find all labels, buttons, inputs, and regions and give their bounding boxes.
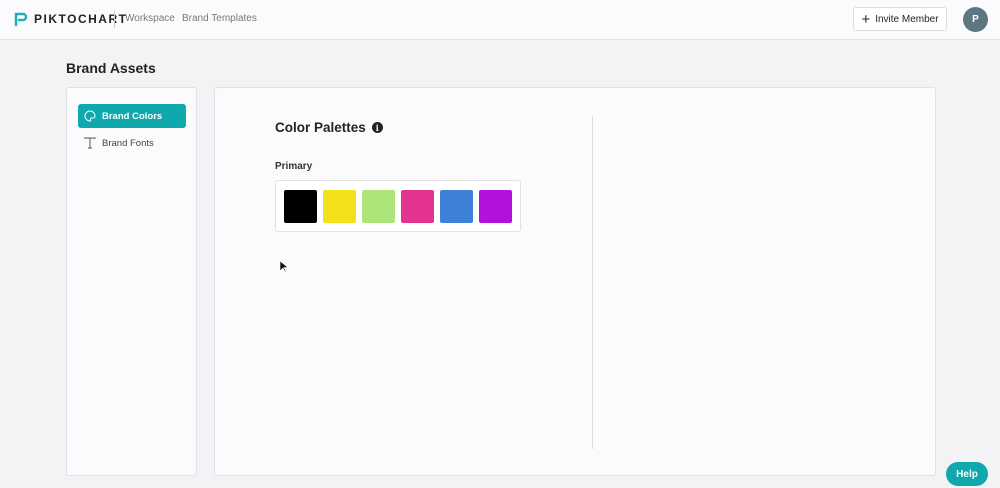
invite-member-button[interactable]: + Invite Member: [853, 7, 947, 31]
color-swatch[interactable]: [479, 190, 512, 223]
nav-workspace[interactable]: Workspace: [125, 13, 175, 24]
palette-icon: [84, 110, 96, 122]
section-title: Color Palettes: [275, 120, 366, 135]
nav-brand-templates[interactable]: Brand Templates: [182, 13, 257, 24]
color-swatch[interactable]: [401, 190, 434, 223]
help-button[interactable]: Help: [946, 462, 988, 486]
primary-palette: [275, 180, 521, 232]
vertical-divider: [592, 116, 593, 449]
sidebar-item-brand-fonts[interactable]: Brand Fonts: [78, 131, 186, 155]
top-bar: PIKTOCHART Workspace Brand Templates + I…: [0, 0, 1000, 40]
divider: [114, 10, 115, 28]
info-icon[interactable]: i: [371, 122, 383, 133]
color-swatch[interactable]: [284, 190, 317, 223]
mouse-cursor-icon: [280, 261, 288, 273]
piktochart-logo-icon: [14, 12, 28, 27]
page-title: Brand Assets: [66, 60, 156, 76]
logo[interactable]: PIKTOCHART: [14, 11, 127, 27]
color-swatch[interactable]: [362, 190, 395, 223]
color-swatch[interactable]: [323, 190, 356, 223]
sidebar-item-brand-colors[interactable]: Brand Colors: [78, 104, 186, 128]
invite-member-label: Invite Member: [875, 13, 939, 25]
sidebar-item-label: Brand Colors: [102, 110, 163, 122]
text-icon: [84, 137, 96, 149]
color-swatch[interactable]: [440, 190, 473, 223]
sidebar-item-label: Brand Fonts: [102, 137, 154, 149]
sidebar: Brand Colors Brand Fonts: [66, 87, 197, 476]
color-palettes-heading: Color Palettes i: [275, 120, 383, 135]
main-panel: Color Palettes i Primary: [214, 87, 936, 476]
plus-icon: +: [861, 10, 871, 28]
avatar[interactable]: P: [963, 7, 988, 32]
palette-label: Primary: [275, 161, 313, 172]
